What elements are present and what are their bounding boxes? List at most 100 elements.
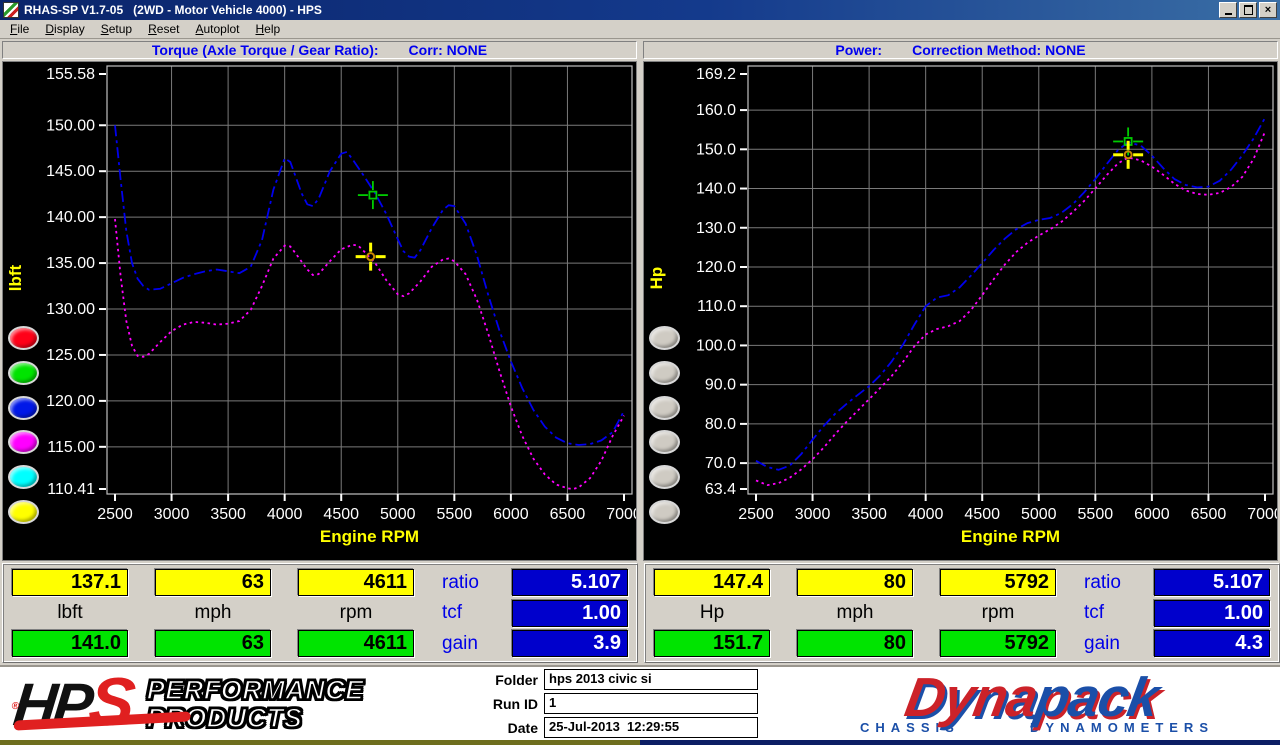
- svg-text:110.0: 110.0: [697, 298, 736, 315]
- power-chart-oval-button-1[interactable]: [649, 326, 680, 350]
- svg-text:169.2: 169.2: [696, 66, 736, 83]
- torque-chart-oval-button-2[interactable]: [8, 360, 39, 385]
- svg-text:3000: 3000: [154, 506, 190, 523]
- menu-file[interactable]: File: [2, 21, 37, 37]
- svg-text:5500: 5500: [1078, 506, 1114, 523]
- svg-text:150.00: 150.00: [46, 117, 95, 134]
- tcf-value: 1.00: [512, 599, 628, 627]
- torque-rpm-column: 4611 rpm 4611: [298, 569, 414, 657]
- menu-display[interactable]: Display: [37, 21, 92, 37]
- window-controls: ×: [1217, 2, 1277, 18]
- power-ratio-value: 5.107: [1154, 569, 1270, 596]
- svg-text:3500: 3500: [210, 506, 246, 523]
- svg-text:135.00: 135.00: [46, 255, 95, 272]
- power-tcf-label: tcf: [1084, 602, 1105, 623]
- power-speed-unit-label: mph: [836, 602, 874, 623]
- svg-text:Hp: Hp: [647, 267, 666, 290]
- run2-power-value: 151.7: [654, 630, 770, 657]
- svg-text:115.00: 115.00: [47, 439, 95, 456]
- power-chart-panel: 169.2 160.0 150.0 140.0 130.0 120.0 110.0 100.0…: [643, 61, 1278, 561]
- power-chart: 169.2 160.0 150.0 140.0 130.0 120.0 110.0 100.0…: [644, 62, 1277, 560]
- svg-text:80.0: 80.0: [705, 416, 736, 433]
- run2-speed-value: 63: [155, 630, 271, 657]
- speed-unit-label: mph: [194, 602, 232, 623]
- torque-chart-oval-button-1[interactable]: [8, 326, 39, 350]
- rpm-unit-label: rpm: [339, 602, 373, 623]
- menu-autoplot[interactable]: Autoplot: [187, 21, 247, 37]
- power-gain-value: 4.3: [1154, 630, 1270, 657]
- run2-torque-value: 141.0: [12, 630, 128, 657]
- run1-speed-value: 63: [155, 569, 271, 596]
- svg-text:125.00: 125.00: [46, 347, 95, 364]
- run-id-field[interactable]: 1: [544, 693, 758, 714]
- svg-text:140.0: 140.0: [696, 181, 736, 198]
- svg-text:Engine RPM: Engine RPM: [320, 527, 419, 546]
- svg-text:4000: 4000: [908, 506, 944, 523]
- torque-side-readouts: ratio 5.107 tcf 1.00 gain 3.9: [414, 569, 628, 657]
- power-header: Power: Correction Method: NONE: [643, 41, 1278, 59]
- tcf-label: tcf: [442, 602, 463, 623]
- torque-header-title: Torque (Axle Torque / Gear Ratio):: [151, 42, 379, 58]
- run1-power-rpm-value: 5792: [940, 569, 1056, 596]
- svg-text:130.00: 130.00: [46, 301, 95, 318]
- svg-text:7000: 7000: [606, 506, 636, 523]
- torque-chart-oval-button-3[interactable]: [8, 395, 39, 420]
- svg-text:7000: 7000: [1247, 506, 1277, 523]
- menu-setup[interactable]: Setup: [93, 21, 140, 37]
- run2-power-speed-value: 80: [797, 630, 913, 657]
- run2-power-rpm-value: 5792: [940, 630, 1056, 657]
- power-chart-oval-button-2[interactable]: [649, 360, 680, 385]
- window-title: RHAS-SP V1.7-05 (2WD - Motor Vehicle 400…: [24, 3, 322, 17]
- minimize-icon: [1224, 13, 1232, 15]
- close-button[interactable]: ×: [1259, 2, 1277, 18]
- power-header-title: Power:: [835, 42, 883, 58]
- date-label: Date: [507, 719, 538, 736]
- svg-text:4500: 4500: [964, 506, 1000, 523]
- svg-text:2500: 2500: [738, 506, 774, 523]
- restore-button[interactable]: [1239, 2, 1257, 18]
- svg-text:5000: 5000: [1021, 506, 1057, 523]
- menu-help[interactable]: Help: [248, 21, 289, 37]
- power-rpm-unit-label: rpm: [981, 602, 1015, 623]
- power-chart-oval-button-3[interactable]: [649, 395, 680, 420]
- power-speed-column: 80 mph 80: [797, 569, 913, 657]
- run1-power-value: 147.4: [654, 569, 770, 596]
- svg-text:130.0: 130.0: [696, 220, 736, 237]
- power-value-column: 147.4 Hp 151.7: [654, 569, 770, 657]
- dynapack-logo-dyna: Dyna: [900, 666, 1043, 728]
- power-chart-oval-button-6[interactable]: [649, 500, 680, 524]
- svg-text:120.00: 120.00: [46, 393, 95, 410]
- power-tcf-value: 1.00: [1154, 599, 1270, 627]
- torque-chart: 155.58 150.00 145.00 140.00 135.00 130.00 125.…: [3, 62, 636, 560]
- power-readout-panel: 147.4 Hp 151.7 80 mph 80 5792 rpm 5792 r…: [644, 563, 1280, 663]
- svg-text:90.0: 90.0: [705, 377, 736, 394]
- app-window: RHAS-SP V1.7-05 (2WD - Motor Vehicle 400…: [0, 0, 1280, 745]
- torque-correction-label: Corr: NONE: [408, 42, 488, 58]
- close-icon: ×: [1264, 4, 1272, 16]
- date-field[interactable]: 25-Jul-2013 12:29:55: [544, 717, 758, 738]
- run-info-fields: Folder hps 2013 civic si Run ID 1 Date 2…: [480, 669, 772, 738]
- chart-headers: Torque (Axle Torque / Gear Ratio): Corr:…: [0, 39, 1280, 59]
- hps-tagline-performance: PERFORMANCE: [146, 674, 364, 705]
- svg-text:3000: 3000: [795, 506, 831, 523]
- menubar: File Display Setup Reset Autoplot Help: [0, 20, 1280, 39]
- svg-text:5000: 5000: [380, 506, 416, 523]
- svg-text:lbft: lbft: [6, 264, 25, 291]
- svg-text:5500: 5500: [437, 506, 473, 523]
- dynapack-logo: Dynapack CHASSIS DYNAMOMETERS: [798, 666, 1266, 735]
- torque-header: Torque (Axle Torque / Gear Ratio): Corr:…: [2, 41, 637, 59]
- minimize-button[interactable]: [1219, 2, 1237, 18]
- folder-label: Folder: [495, 671, 538, 688]
- torque-speed-column: 63 mph 63: [155, 569, 271, 657]
- torque-chart-oval-button-6[interactable]: [8, 500, 39, 524]
- titlebar: RHAS-SP V1.7-05 (2WD - Motor Vehicle 400…: [0, 0, 1280, 20]
- bottom-strip: [0, 740, 1280, 745]
- hps-logo: HPS ® PERFORMANCE PRODUCTS: [10, 664, 452, 740]
- footer: HPS ® PERFORMANCE PRODUCTS Folder hps 20…: [0, 664, 1280, 740]
- svg-text:70.0: 70.0: [705, 455, 736, 472]
- gain-value: 3.9: [512, 630, 628, 657]
- charts-row: 155.58 150.00 145.00 140.00 135.00 130.00 125.…: [0, 59, 1280, 561]
- menu-reset[interactable]: Reset: [140, 21, 187, 37]
- svg-text:145.00: 145.00: [46, 163, 95, 180]
- folder-field[interactable]: hps 2013 civic si: [544, 669, 758, 690]
